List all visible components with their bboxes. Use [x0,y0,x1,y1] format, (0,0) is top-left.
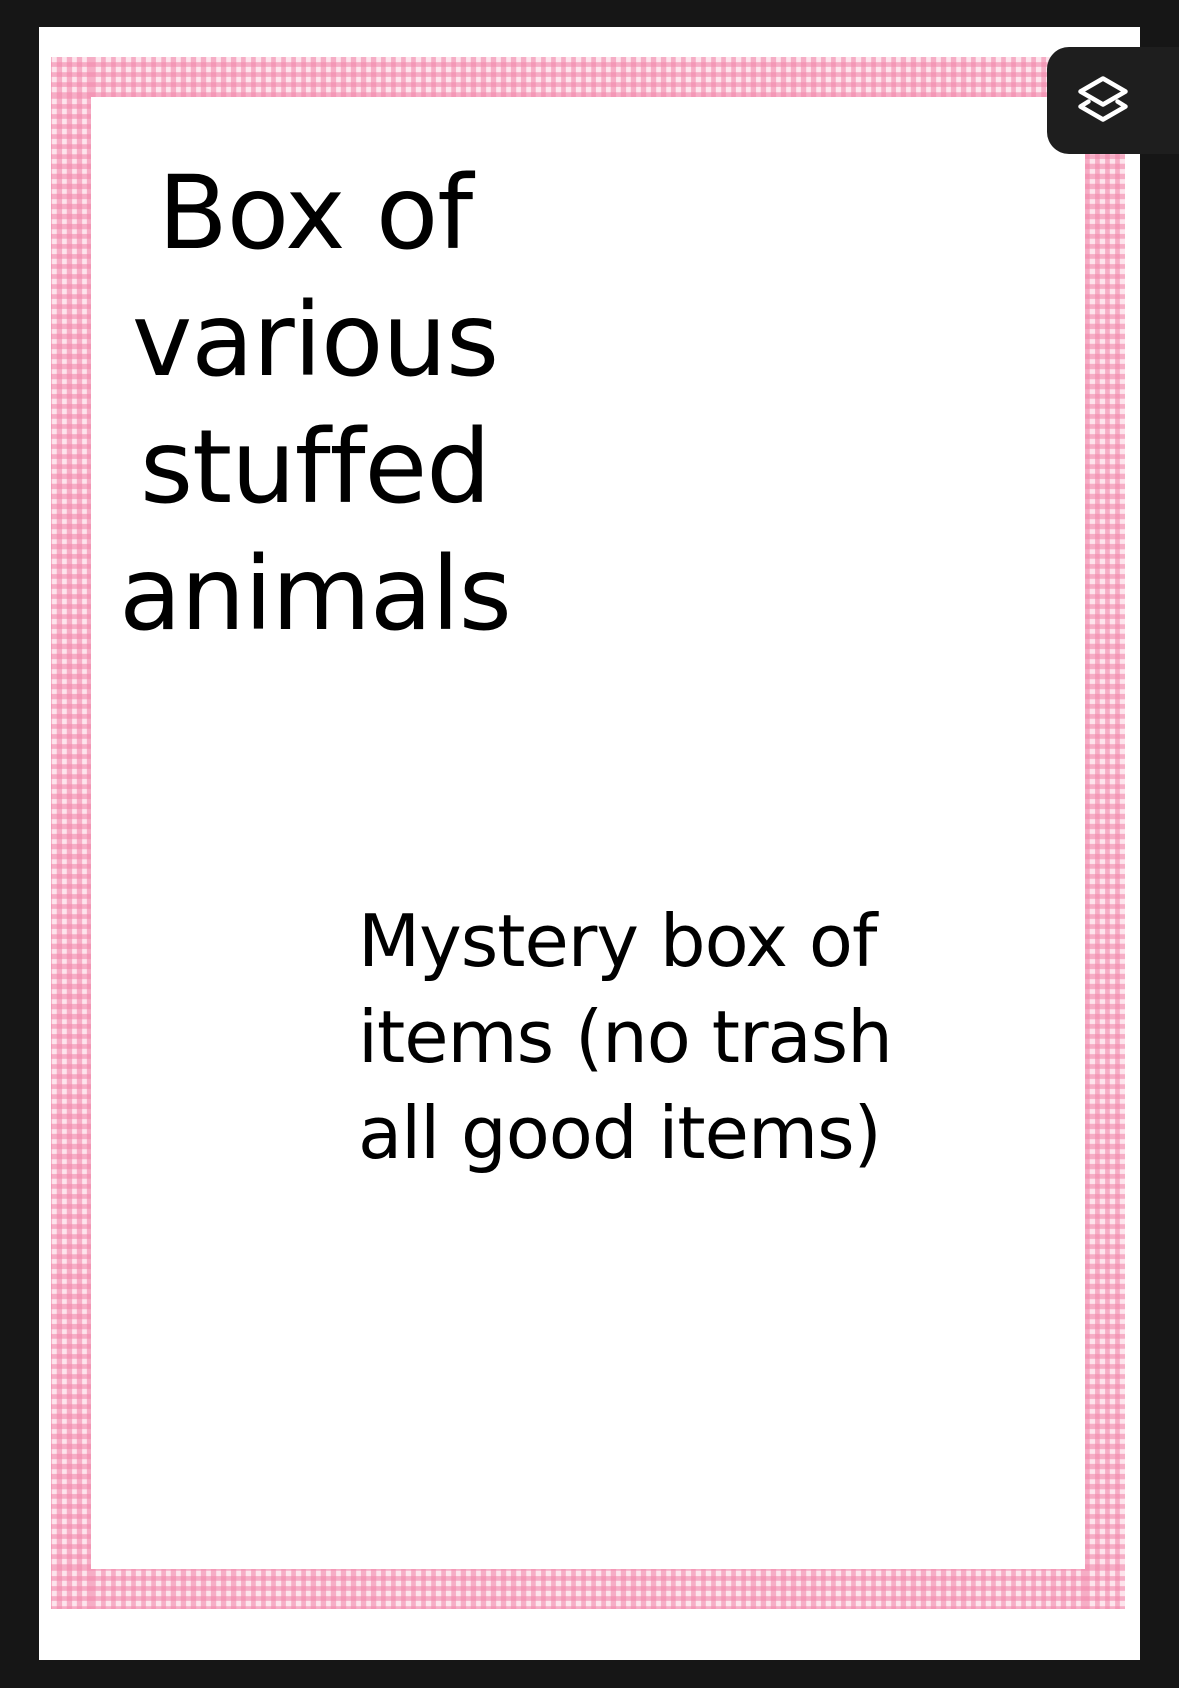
page-subtitle: Mystery box of items (no trash all good … [358,899,893,1175]
layers-button[interactable] [1047,47,1179,154]
layers-icon [1078,75,1128,122]
page-title: Box of various stuffed animals [119,154,512,654]
